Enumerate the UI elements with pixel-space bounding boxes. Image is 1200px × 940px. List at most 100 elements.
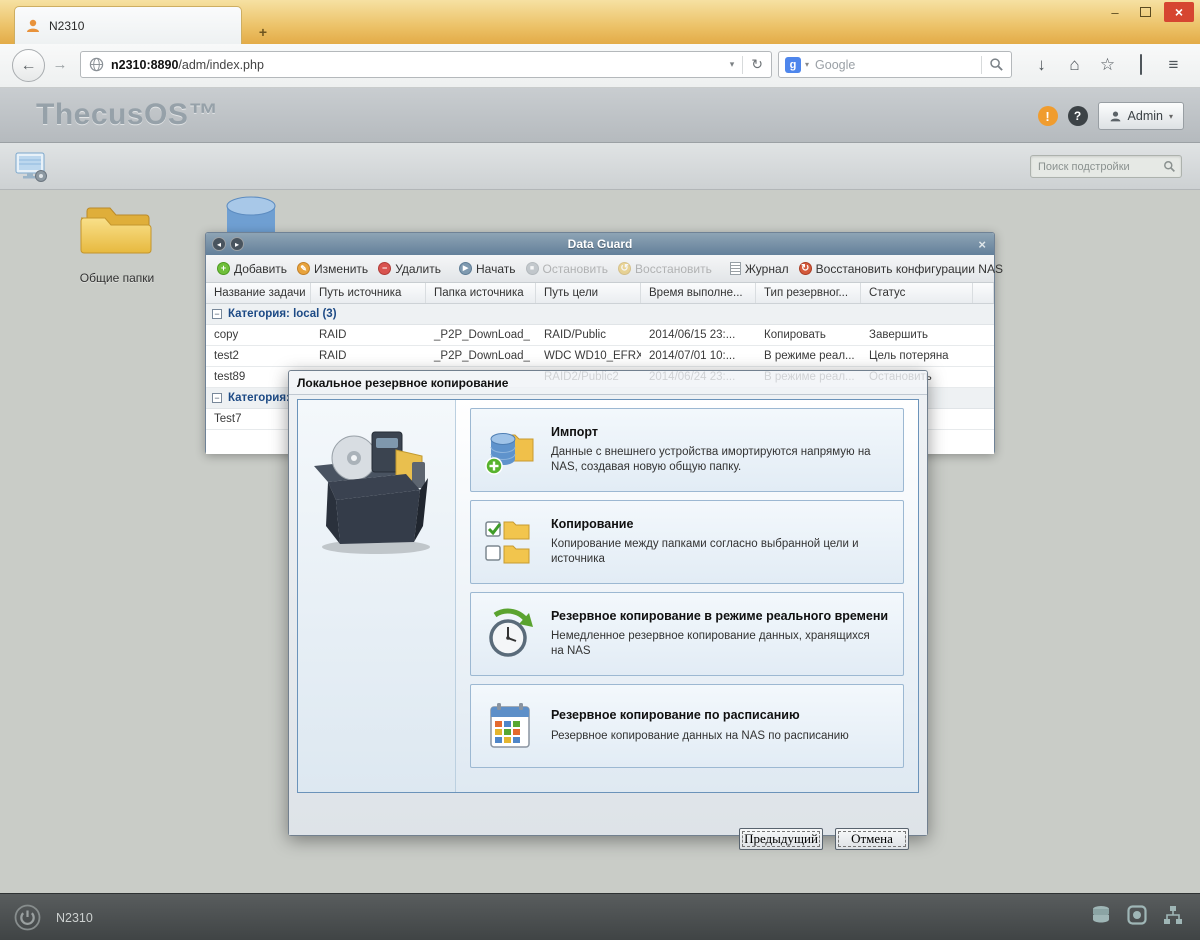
- copy-icon: [485, 521, 530, 564]
- cell-source-folder: _P2P_DownLoad_: [434, 350, 530, 362]
- admin-menu-button[interactable]: Admin ▾: [1097, 102, 1184, 130]
- import-icon: [485, 433, 534, 475]
- restore-task-button[interactable]: ↺ Восстановить: [613, 260, 717, 278]
- google-logo-icon[interactable]: g: [785, 56, 801, 73]
- option-scheduled-backup[interactable]: Резервное копирование по расписанию Резе…: [470, 684, 904, 768]
- bookmark-star-icon[interactable]: ☆: [1091, 55, 1124, 75]
- table-row[interactable]: copy RAID _P2P_DownLoad_ RAID/Public 201…: [206, 325, 994, 346]
- column-header-source-folder[interactable]: Папка источника: [426, 283, 536, 303]
- address-bar[interactable]: n2310:8890/adm/index.php ▾ ↻: [80, 51, 772, 78]
- option-title: Импорт: [551, 424, 599, 439]
- option-description: Данные с внешнего устройства имортируютс…: [551, 446, 871, 474]
- group-row-local[interactable]: − Категория: local (3): [206, 304, 994, 325]
- window-close-icon[interactable]: ×: [978, 233, 986, 255]
- window-controls: – ×: [1100, 2, 1194, 22]
- globe-icon: [89, 57, 104, 72]
- sub-toolbar: [0, 143, 1200, 190]
- new-tab-button[interactable]: +: [250, 23, 276, 41]
- edit-task-button[interactable]: ✎ Изменить: [292, 260, 373, 278]
- column-header-run-time[interactable]: Время выполне...: [641, 283, 756, 303]
- option-title: Копирование: [551, 516, 634, 531]
- local-backup-dialog: Локальное резервное копирование Импорт Д…: [288, 370, 928, 850]
- window-nav-back-icon[interactable]: ◂: [212, 237, 226, 251]
- stop-icon: ■: [525, 262, 539, 275]
- focus-outline: [838, 831, 906, 847]
- forward-button[interactable]: →: [49, 55, 71, 75]
- monitor-status-icon[interactable]: [1126, 904, 1148, 931]
- cell-task-name: copy: [214, 329, 239, 341]
- status-footer: N2310: [0, 893, 1200, 940]
- browser-tab[interactable]: N2310: [14, 6, 242, 44]
- add-icon: +: [217, 262, 230, 275]
- start-task-label: Начать: [476, 261, 516, 276]
- url-dropdown-icon[interactable]: ▾: [722, 59, 743, 70]
- column-header-source-path[interactable]: Путь источника: [311, 283, 426, 303]
- close-button[interactable]: ×: [1164, 2, 1194, 22]
- option-copy[interactable]: Копирование Копирование между папками со…: [470, 500, 904, 584]
- cell-source-folder: _P2P_DownLoad_: [434, 329, 530, 341]
- device-name: N2310: [56, 910, 93, 925]
- search-engine-dropdown-icon[interactable]: ▾: [801, 60, 813, 69]
- notification-icon[interactable]: !: [1037, 106, 1058, 126]
- cell-status: Завершить: [869, 329, 929, 341]
- journal-label: Журнал: [744, 261, 789, 276]
- bookmarks-list-icon[interactable]: [1124, 53, 1157, 75]
- cancel-button[interactable]: Отмена: [835, 828, 909, 850]
- tweak-search-input[interactable]: [1031, 159, 1158, 174]
- navbar-icons: ↓ ⌂ ☆ ≡: [1025, 49, 1190, 80]
- menu-icon[interactable]: ≡: [1157, 55, 1190, 75]
- column-header-filler: [973, 283, 994, 303]
- delete-task-button[interactable]: − Удалить: [373, 260, 446, 278]
- search-magnifier-icon[interactable]: [982, 57, 1011, 72]
- edit-icon: ✎: [297, 262, 311, 275]
- cell-target-path: WDC WD10_EFRX-: [544, 350, 641, 362]
- journal-button[interactable]: Журнал: [725, 260, 794, 278]
- desktop-settings-icon[interactable]: [14, 150, 48, 188]
- column-header-target-path[interactable]: Путь цели: [536, 283, 641, 303]
- desktop-icon-shared-folders[interactable]: Общие папки: [52, 200, 182, 285]
- tweak-search-magnifier-icon: [1158, 160, 1181, 173]
- group-collapse-icon[interactable]: −: [212, 309, 222, 319]
- delete-icon: −: [378, 262, 392, 275]
- power-button[interactable]: [14, 904, 41, 936]
- previous-button[interactable]: Предыдущий: [739, 828, 823, 850]
- search-bar[interactable]: g ▾: [778, 51, 1012, 78]
- tweak-search-box[interactable]: [1030, 155, 1182, 178]
- back-button[interactable]: ←: [12, 49, 45, 82]
- window-nav-forward-icon[interactable]: ▸: [230, 237, 244, 251]
- download-icon[interactable]: ↓: [1025, 55, 1058, 75]
- column-header-backup-type[interactable]: Тип резервног...: [756, 283, 861, 303]
- data-guard-titlebar[interactable]: ◂ ▸ Data Guard ×: [206, 233, 994, 255]
- table-header-row: Название задачи Путь источника Папка ист…: [206, 283, 994, 304]
- storage-stack-icon[interactable]: [1090, 904, 1112, 931]
- search-input[interactable]: [813, 56, 981, 73]
- column-header-status[interactable]: Статус: [861, 283, 973, 303]
- reload-icon[interactable]: ↻: [743, 56, 771, 73]
- group-collapse-icon[interactable]: −: [212, 393, 222, 403]
- add-task-label: Добавить: [234, 261, 288, 276]
- start-task-button[interactable]: ▶ Начать: [454, 260, 521, 278]
- delete-task-label: Удалить: [395, 261, 442, 276]
- option-description: Копирование между папками согласно выбра…: [551, 538, 859, 566]
- focus-outline: [742, 831, 820, 847]
- dialog-illustration-pane: [298, 400, 456, 792]
- minimize-button[interactable]: –: [1100, 2, 1130, 22]
- cell-backup-type: В режиме реал...: [764, 350, 855, 362]
- admin-chevron-icon: ▾: [1168, 111, 1173, 121]
- table-row[interactable]: test2 RAID _P2P_DownLoad_ WDC WD10_EFRX-…: [206, 346, 994, 367]
- home-icon[interactable]: ⌂: [1058, 55, 1091, 75]
- dialog-titlebar[interactable]: Локальное резервное копирование: [289, 371, 927, 395]
- option-realtime-backup[interactable]: Резервное копирование в режиме реального…: [470, 592, 904, 676]
- network-tree-icon[interactable]: [1162, 904, 1184, 931]
- restore-nas-config-button[interactable]: ↻ Восстановить конфигурации NAS: [794, 260, 1008, 278]
- app-logo: ThecusOS™: [36, 98, 219, 131]
- stop-task-button[interactable]: ■ Остановить: [521, 260, 614, 278]
- dialog-body: Импорт Данные с внешнего устройства имор…: [289, 395, 927, 850]
- column-header-task-name[interactable]: Название задачи: [206, 283, 311, 303]
- add-task-button[interactable]: + Добавить: [212, 260, 292, 278]
- maximize-button[interactable]: [1130, 2, 1160, 22]
- desktop-icon-label: Общие папки: [79, 271, 155, 285]
- realtime-clock-icon: [489, 608, 533, 657]
- help-icon[interactable]: ?: [1067, 106, 1088, 126]
- option-import[interactable]: Импорт Данные с внешнего устройства имор…: [470, 408, 904, 492]
